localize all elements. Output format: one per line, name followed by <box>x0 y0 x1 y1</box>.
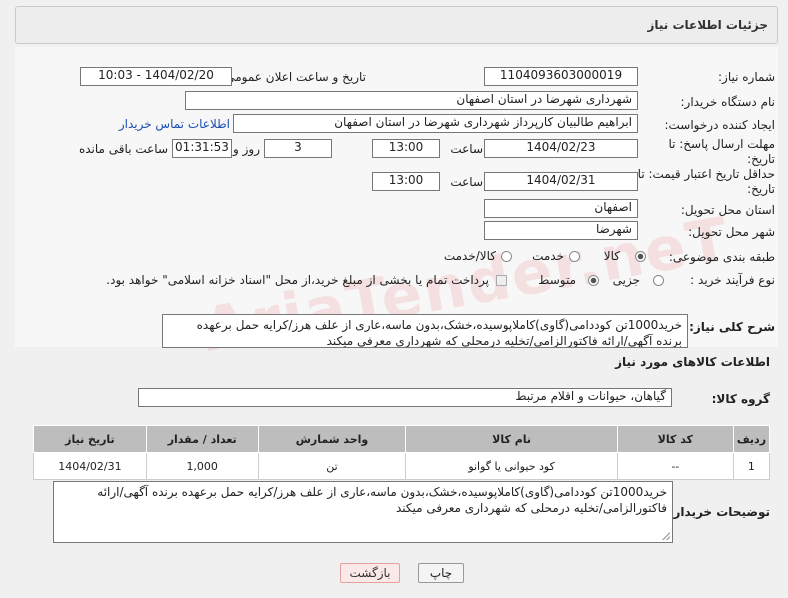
validity-time-label: ساعت <box>450 175 483 189</box>
col-unit: واحد شمارش <box>257 425 407 453</box>
category-radio-service[interactable] <box>569 251 580 262</box>
col-goods-name: نام کالا <box>405 425 618 453</box>
cell-row-number: 1 <box>732 452 771 480</box>
need-number-label: شماره نیاز: <box>718 70 775 84</box>
city-label: شهر محل تحویل: <box>688 225 775 239</box>
print-button[interactable]: چاپ <box>418 563 464 583</box>
buyer-notes-text: خرید1000تن کوددامی(گاوی)کاملاپوسیده،خشک،… <box>53 481 673 543</box>
category-option-goods-service: کالا/خدمت <box>443 249 496 263</box>
announce-date-field: 1404/02/20 - 10:03 <box>80 67 232 86</box>
buyer-org-field: شهرداری شهرضا در استان اصفهان <box>185 91 638 110</box>
announce-date-label: تاریخ و ساعت اعلان عمومی: <box>221 70 366 84</box>
province-label: استان محل تحویل: <box>680 203 775 217</box>
category-option-service: خدمت <box>532 249 564 263</box>
summary-label: شرح کلی نیاز: <box>689 320 775 334</box>
validity-label: حداقل تاریخ اعتبار قیمت: تا تاریخ: <box>637 167 775 196</box>
goods-section-title: اطلاعات کالاهای مورد نیاز <box>615 355 770 369</box>
treasury-payment-note: پرداخت تمام یا بخشی از مبلغ خرید،از محل … <box>106 273 489 287</box>
cell-need-date: 1404/02/31 <box>33 452 147 480</box>
city-field: شهرضا <box>484 221 638 240</box>
category-label: طبقه بندی موضوعی: <box>668 250 775 264</box>
remaining-time-field: 01:31:53 <box>172 139 232 158</box>
col-need-date: تاریخ نیاز <box>33 425 147 453</box>
deadline-time-label: ساعت <box>450 142 483 156</box>
goods-table-header: ردیف کد کالا نام کالا واحد شمارش تعداد /… <box>33 425 771 453</box>
buyer-notes-content: خرید1000تن کوددامی(گاوی)کاملاپوسیده،خشک،… <box>97 485 667 515</box>
goods-group-label: گروه کالا: <box>711 392 770 406</box>
process-radio-minor[interactable] <box>653 275 664 286</box>
validity-date-field: 1404/02/31 <box>484 172 638 191</box>
back-button[interactable]: بازگشت <box>340 563 400 583</box>
cell-goods-name: کود حیوانی یا گوانو <box>405 452 618 480</box>
category-radio-goods-service[interactable] <box>501 251 512 262</box>
category-option-goods: کالا <box>603 249 620 263</box>
summary-text: خرید1000تن کوددامی(گاوی)کاملاپوسیده،خشک،… <box>162 314 688 348</box>
resize-handle-icon[interactable] <box>662 532 670 540</box>
buyer-org-label: نام دستگاه خریدار: <box>680 95 776 109</box>
goods-table: ردیف کد کالا نام کالا واحد شمارش تعداد /… <box>33 425 771 480</box>
deadline-label: مهلت ارسال پاسخ: تا تاریخ: <box>668 137 775 166</box>
requester-label: ایجاد کننده درخواست: <box>664 118 775 132</box>
process-option-minor: جزیی <box>612 273 640 287</box>
cell-quantity: 1,000 <box>145 452 259 480</box>
requester-field: ابراهیم طالبیان کارپرداز شهرداری شهرضا د… <box>233 114 638 133</box>
deadline-time-field: 13:00 <box>372 139 440 158</box>
days-remaining-field: 3 <box>264 139 332 158</box>
process-type-label: نوع فرآیند خرید : <box>690 273 775 287</box>
need-number-field: 1104093603000019 <box>484 67 638 86</box>
process-radio-medium[interactable] <box>588 275 599 286</box>
cell-goods-code: -- <box>616 452 734 480</box>
goods-group-field: گیاهان، حیوانات و اقلام مرتبط <box>138 388 672 407</box>
process-option-medium: متوسط <box>538 273 576 287</box>
treasury-payment-checkbox[interactable] <box>496 275 507 286</box>
province-field: اصفهان <box>484 199 638 218</box>
category-radio-goods[interactable] <box>635 251 646 262</box>
buyer-notes-label: توضیحات خریدار: <box>668 505 770 519</box>
remaining-time-label: ساعت باقی مانده <box>78 142 168 156</box>
buyer-contact-link[interactable]: اطلاعات تماس خریدار <box>119 117 230 131</box>
cell-unit: تن <box>257 452 407 480</box>
col-row-number: ردیف <box>732 425 771 453</box>
validity-time-field: 13:00 <box>372 172 440 191</box>
deadline-date-field: 1404/02/23 <box>484 139 638 158</box>
page-title: جزئیات اطلاعات نیاز <box>647 18 768 32</box>
col-quantity: تعداد / مقدار <box>145 425 259 453</box>
days-label: روز و <box>233 142 260 156</box>
table-row: 1 -- کود حیوانی یا گوانو تن 1,000 1404/0… <box>33 452 771 480</box>
col-goods-code: کد کالا <box>616 425 734 453</box>
